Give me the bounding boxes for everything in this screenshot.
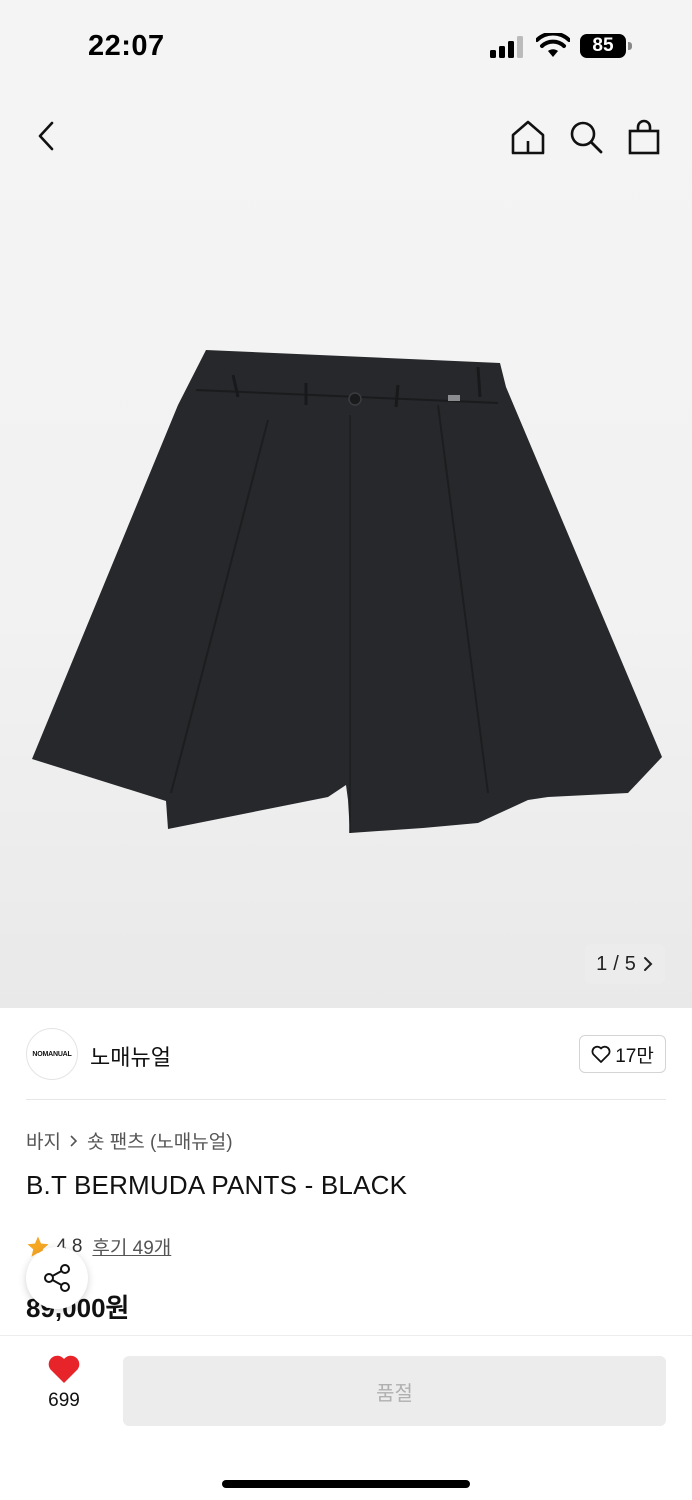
home-icon	[511, 120, 545, 155]
home-button[interactable]	[508, 117, 548, 157]
status-bar: 22:07 85	[0, 0, 692, 90]
brand-like-count: 17만	[615, 1045, 654, 1067]
battery-icon: 85	[580, 34, 632, 58]
wish-count: 699	[48, 1390, 80, 1411]
heart-filled-icon	[48, 1355, 80, 1383]
breadcrumb-category[interactable]: 바지	[26, 1127, 61, 1154]
home-indicator	[222, 1480, 470, 1488]
bottom-action-bar: 699 품절	[0, 1335, 692, 1500]
battery-level: 85	[592, 35, 614, 56]
brand-like-button[interactable]: 17만	[579, 1035, 666, 1073]
share-button[interactable]	[26, 1247, 88, 1309]
breadcrumb[interactable]: 바지 숏 팬츠 (노매뉴얼)	[26, 1127, 233, 1154]
cart-button[interactable]	[624, 117, 664, 157]
product-title: B.T BERMUDA PANTS - BLACK	[26, 1170, 408, 1200]
brand-name[interactable]: 노매뉴얼	[90, 1040, 171, 1072]
status-time: 22:07	[88, 30, 165, 62]
brand-logo[interactable]: NOMANUAL	[26, 1028, 78, 1080]
search-button[interactable]	[566, 117, 606, 157]
pager-current: 1	[596, 952, 608, 975]
pager-total: 5	[624, 952, 636, 975]
search-icon	[570, 121, 603, 154]
image-pager[interactable]: 1 / 5	[585, 944, 665, 984]
wifi-icon	[536, 33, 570, 57]
reviews-link[interactable]: 후기 49개	[92, 1233, 171, 1260]
divider	[26, 1099, 666, 1100]
chevron-right-icon	[643, 957, 653, 971]
heart-outline-icon	[591, 1045, 611, 1063]
brand-row[interactable]: NOMANUAL 노매뉴얼 17만	[26, 1028, 666, 1080]
shopping-bag-icon	[628, 119, 660, 155]
share-icon	[44, 1264, 70, 1292]
wish-button[interactable]: 699	[30, 1354, 98, 1424]
chevron-right-icon	[70, 1134, 78, 1147]
back-button[interactable]	[26, 116, 66, 156]
pager-separator: /	[613, 952, 619, 975]
cellular-signal-icon	[490, 36, 523, 58]
product-image-pants	[32, 350, 662, 833]
chevron-left-icon	[38, 121, 54, 151]
product-image-area[interactable]: 22:07 85 1 / 5	[0, 0, 692, 1008]
breadcrumb-subcategory[interactable]: 숏 팬츠 (노매뉴얼)	[87, 1127, 233, 1154]
sold-out-button[interactable]: 품절	[123, 1356, 666, 1426]
